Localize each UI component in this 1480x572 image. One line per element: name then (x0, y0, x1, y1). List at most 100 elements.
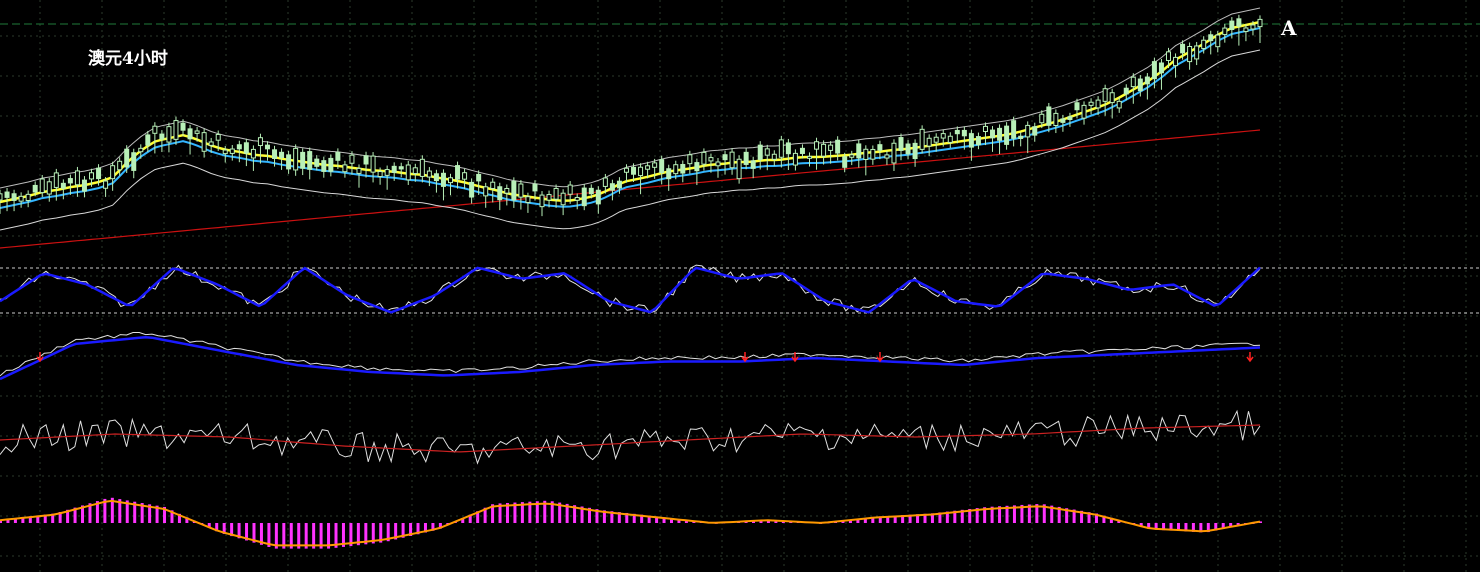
candle-body (131, 152, 137, 171)
candle-body (645, 165, 651, 170)
candle-body (1067, 116, 1073, 120)
candle-body (1102, 88, 1108, 102)
candle-body (377, 171, 383, 178)
candle-body (877, 144, 883, 151)
candle-body (715, 161, 721, 167)
candle-body (546, 194, 552, 201)
candle-body (103, 180, 109, 189)
candle-body (891, 142, 897, 164)
candle-body (1039, 113, 1045, 124)
candle-body (814, 141, 820, 150)
candle-body (701, 151, 707, 165)
candle-body (652, 162, 658, 168)
candle-body (785, 142, 791, 155)
candle-body (567, 184, 573, 195)
candle-body (870, 148, 876, 160)
candle-body (1130, 76, 1136, 88)
candle-body (623, 167, 629, 173)
candle-body (1165, 51, 1171, 61)
candle-body (609, 183, 615, 191)
candle-body (1201, 39, 1207, 49)
candle-body (476, 173, 482, 182)
candle-body (342, 164, 348, 173)
candle-body (968, 133, 974, 148)
candle-body (1173, 56, 1179, 67)
candle-body (821, 143, 827, 157)
candle-body (159, 133, 165, 140)
candle-body (849, 154, 855, 158)
candle-body (504, 188, 510, 194)
candle-body (384, 169, 390, 176)
candle-body (863, 148, 869, 160)
candle-body (81, 179, 87, 192)
candle-body (1222, 27, 1228, 36)
candle-body (293, 147, 299, 171)
ma-yellow-line (0, 20, 1261, 204)
candle-body (46, 181, 52, 195)
candle-body (173, 120, 179, 140)
candle-body (286, 154, 292, 170)
candle-body (180, 122, 186, 131)
candle-body (328, 157, 334, 172)
candle-body (588, 187, 594, 195)
candle-body (694, 162, 700, 172)
candle-body (778, 139, 784, 158)
candle-body (856, 143, 862, 159)
candle-body (1151, 61, 1157, 80)
candle-body (828, 144, 834, 151)
candle-body (455, 165, 461, 180)
candle-body (272, 149, 278, 159)
candle-body (1236, 18, 1242, 27)
candle-body (1243, 27, 1249, 33)
candle-body (279, 151, 285, 159)
candle-body (89, 172, 95, 180)
candle-body (335, 151, 341, 161)
candle-body (25, 193, 31, 201)
candle-body (764, 148, 770, 156)
candle-body (997, 127, 1003, 141)
candle-body (74, 170, 80, 186)
candle-body (842, 156, 848, 168)
candle-body (349, 154, 355, 164)
candle-body (595, 189, 601, 205)
candle-body (659, 159, 665, 174)
marker-label: A (1281, 16, 1297, 40)
candle-body (1018, 135, 1024, 139)
price-chart-svg (0, 0, 1480, 572)
candle-body (307, 151, 313, 170)
candle-body (1011, 120, 1017, 139)
candle-body (440, 172, 446, 187)
candle-body (898, 137, 904, 151)
candle-body (835, 139, 841, 154)
candle-body (884, 154, 890, 159)
candle-body (1095, 99, 1101, 109)
candle-body (187, 128, 193, 140)
candle-body (511, 180, 517, 201)
candle-body (961, 129, 967, 137)
candle-body (497, 186, 503, 201)
candle-body (469, 181, 475, 198)
candle-body (673, 164, 679, 175)
ma-upper-envelope (0, 7, 1261, 189)
candle-body (11, 193, 17, 201)
candle-body (947, 135, 953, 143)
candle-body (560, 192, 566, 206)
ma-red-line (0, 129, 1261, 249)
candle-body (687, 154, 693, 165)
candle-body (1116, 100, 1122, 109)
candle-body (124, 148, 130, 168)
candle-body (954, 129, 960, 135)
candle-body (18, 195, 24, 202)
candle-body (574, 196, 580, 201)
candle-body (729, 151, 735, 169)
macd-signal-line (0, 499, 1261, 547)
candle-body (370, 155, 376, 173)
stoch-d-line (0, 266, 1261, 314)
candle-body (208, 141, 214, 146)
candle-body (666, 168, 672, 180)
candle-body (110, 165, 116, 180)
candle-body (60, 182, 66, 189)
candle-body (152, 125, 158, 134)
candle-body (680, 164, 686, 174)
candle-body (4, 191, 10, 198)
